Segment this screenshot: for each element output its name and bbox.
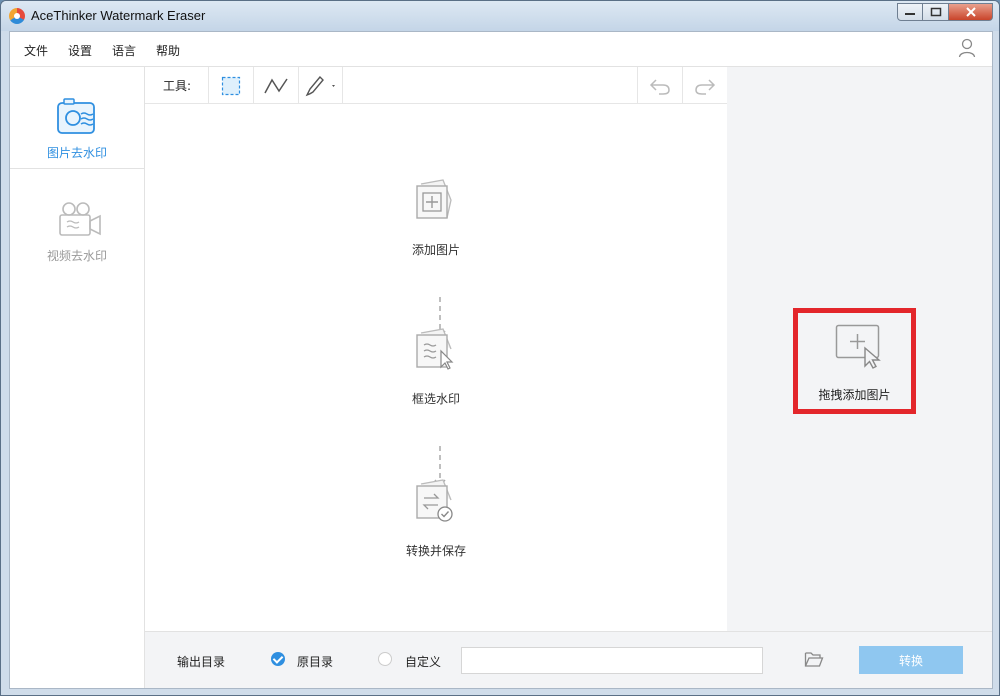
close-icon	[965, 7, 976, 17]
title-bar[interactable]: AceThinker Watermark Eraser	[1, 1, 999, 31]
rectangle-select-button[interactable]	[208, 67, 253, 104]
redo-button[interactable]	[682, 67, 727, 104]
maximize-button[interactable]	[923, 3, 949, 21]
minimize-button[interactable]	[897, 3, 923, 21]
step-label: 添加图片	[411, 243, 460, 257]
convert-button[interactable]: 转换	[859, 646, 963, 674]
radio-custom-directory[interactable]	[378, 652, 392, 666]
close-button[interactable]	[949, 3, 993, 21]
redo-icon	[695, 78, 716, 95]
output-bar: 输出目录 原目录 自定义 转换	[145, 631, 992, 688]
output-directory-label: 输出目录	[177, 655, 226, 669]
undo-icon	[649, 78, 670, 95]
preview-panel: 拖拽添加图片	[727, 67, 992, 631]
add-image-icon	[413, 178, 457, 227]
polyline-select-button[interactable]	[253, 67, 298, 104]
client-area: 文件 设置 语言 帮助 图片去水印 视频去水印 工具: 添加图片 框选水印 转换…	[9, 31, 993, 689]
minimize-icon	[905, 13, 915, 15]
step-label: 转换并保存	[405, 544, 466, 558]
folder-icon[interactable]	[804, 650, 824, 671]
brush-icon	[305, 75, 335, 96]
sidebar-item-video-watermark[interactable]: 视频去水印	[10, 170, 144, 272]
window-controls	[897, 3, 993, 21]
canvas-area[interactable]: 添加图片 框选水印 转换并保存	[145, 105, 727, 631]
step-label: 框选水印	[411, 392, 460, 406]
maximize-icon	[930, 7, 941, 17]
drop-zone-label: 拖拽添加图片	[818, 388, 891, 402]
menu-bar: 文件 设置 语言 帮助	[10, 32, 992, 67]
sidebar-item-label: 视频去水印	[46, 249, 107, 263]
photo-camera-icon	[55, 97, 99, 140]
polyline-select-icon	[264, 78, 288, 93]
sidebar-item-image-watermark[interactable]: 图片去水印	[10, 67, 144, 169]
toolbar-label: 工具:	[163, 79, 192, 93]
app-window: AceThinker Watermark Eraser 文件 设置 语言 帮助	[0, 0, 1000, 696]
drop-zone[interactable]: 拖拽添加图片	[793, 308, 916, 414]
radio-original-directory[interactable]	[271, 652, 285, 666]
app-logo-icon	[9, 8, 25, 24]
custom-directory-label[interactable]: 自定义	[405, 653, 441, 670]
menu-language[interactable]: 语言	[112, 42, 136, 59]
original-directory-label[interactable]: 原目录	[297, 653, 333, 670]
add-image-cursor-icon	[835, 324, 885, 373]
convert-save-icon	[413, 478, 457, 527]
select-watermark-icon	[413, 327, 457, 376]
video-camera-icon	[55, 200, 103, 243]
menu-settings[interactable]: 设置	[68, 42, 92, 59]
rectangle-select-icon	[221, 76, 241, 95]
output-path-input[interactable]	[461, 647, 763, 674]
toolbar: 工具:	[145, 67, 727, 104]
brush-button[interactable]	[298, 67, 343, 104]
user-icon[interactable]	[958, 38, 976, 61]
window-title: AceThinker Watermark Eraser	[31, 8, 206, 23]
undo-button[interactable]	[637, 67, 682, 104]
menu-file[interactable]: 文件	[24, 42, 48, 59]
sidebar-item-label: 图片去水印	[46, 146, 107, 160]
menu-help[interactable]: 帮助	[156, 42, 180, 59]
sidebar: 图片去水印 视频去水印	[10, 67, 145, 688]
